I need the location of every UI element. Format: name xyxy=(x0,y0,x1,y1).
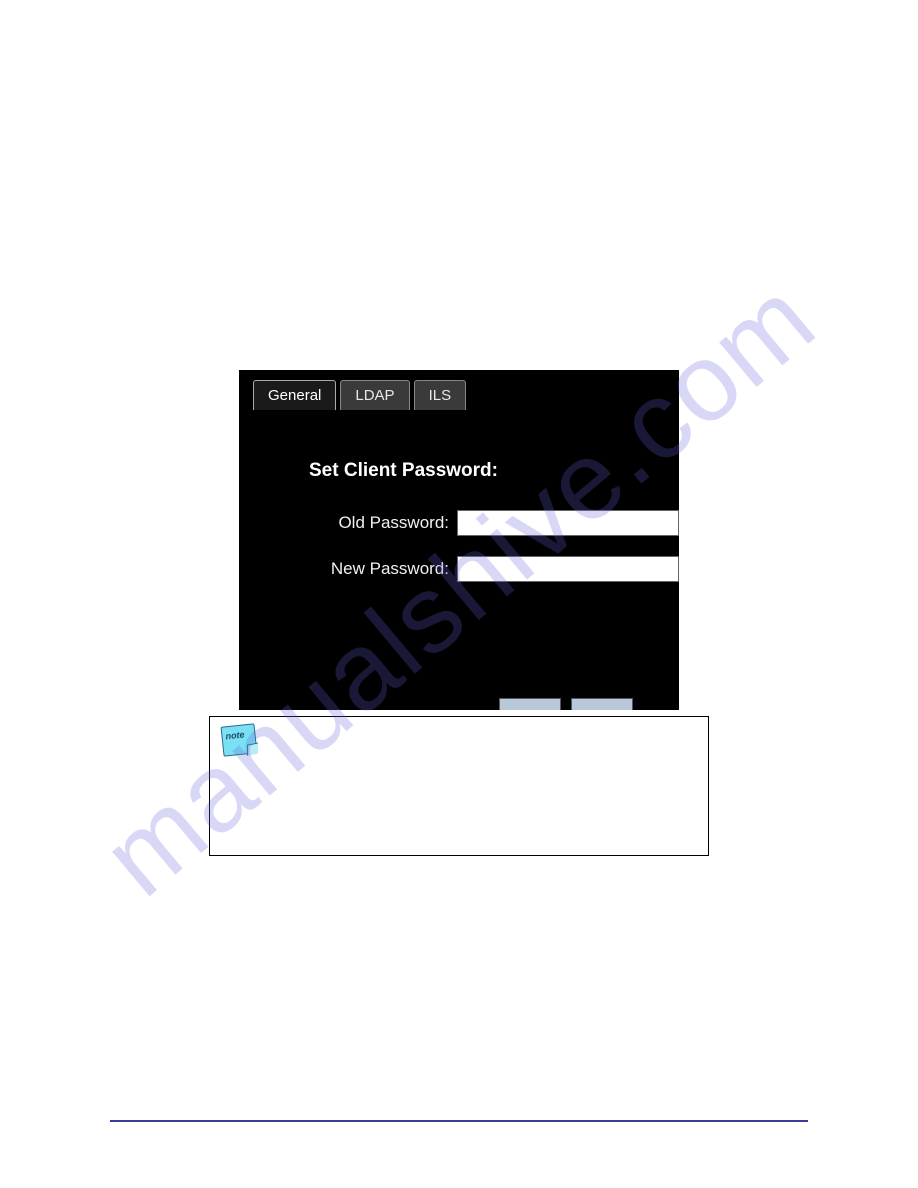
new-password-input[interactable] xyxy=(457,556,679,582)
password-form: Set Client Password: Old Password: New P… xyxy=(239,410,679,582)
note-icon xyxy=(221,723,258,756)
note-callout xyxy=(209,716,709,856)
dialog-button-1[interactable] xyxy=(499,698,561,710)
dialog-button-2[interactable] xyxy=(571,698,633,710)
new-password-row: New Password: xyxy=(309,556,679,582)
new-password-label: New Password: xyxy=(309,559,449,579)
page-content: General LDAP ILS Set Client Password: Ol… xyxy=(0,0,918,856)
tab-bar: General LDAP ILS xyxy=(239,370,679,410)
tab-ldap[interactable]: LDAP xyxy=(340,380,409,410)
app-screenshot: General LDAP ILS Set Client Password: Ol… xyxy=(239,370,679,710)
footer-divider xyxy=(110,1120,808,1122)
document-page: manualshive.com General LDAP ILS Set Cli… xyxy=(0,0,918,1188)
form-title: Set Client Password: xyxy=(309,460,679,482)
old-password-input[interactable] xyxy=(457,510,679,536)
tab-ils[interactable]: ILS xyxy=(414,380,467,410)
old-password-label: Old Password: xyxy=(309,513,449,533)
old-password-row: Old Password: xyxy=(309,510,679,536)
tab-general[interactable]: General xyxy=(253,380,336,410)
button-row xyxy=(499,698,633,710)
